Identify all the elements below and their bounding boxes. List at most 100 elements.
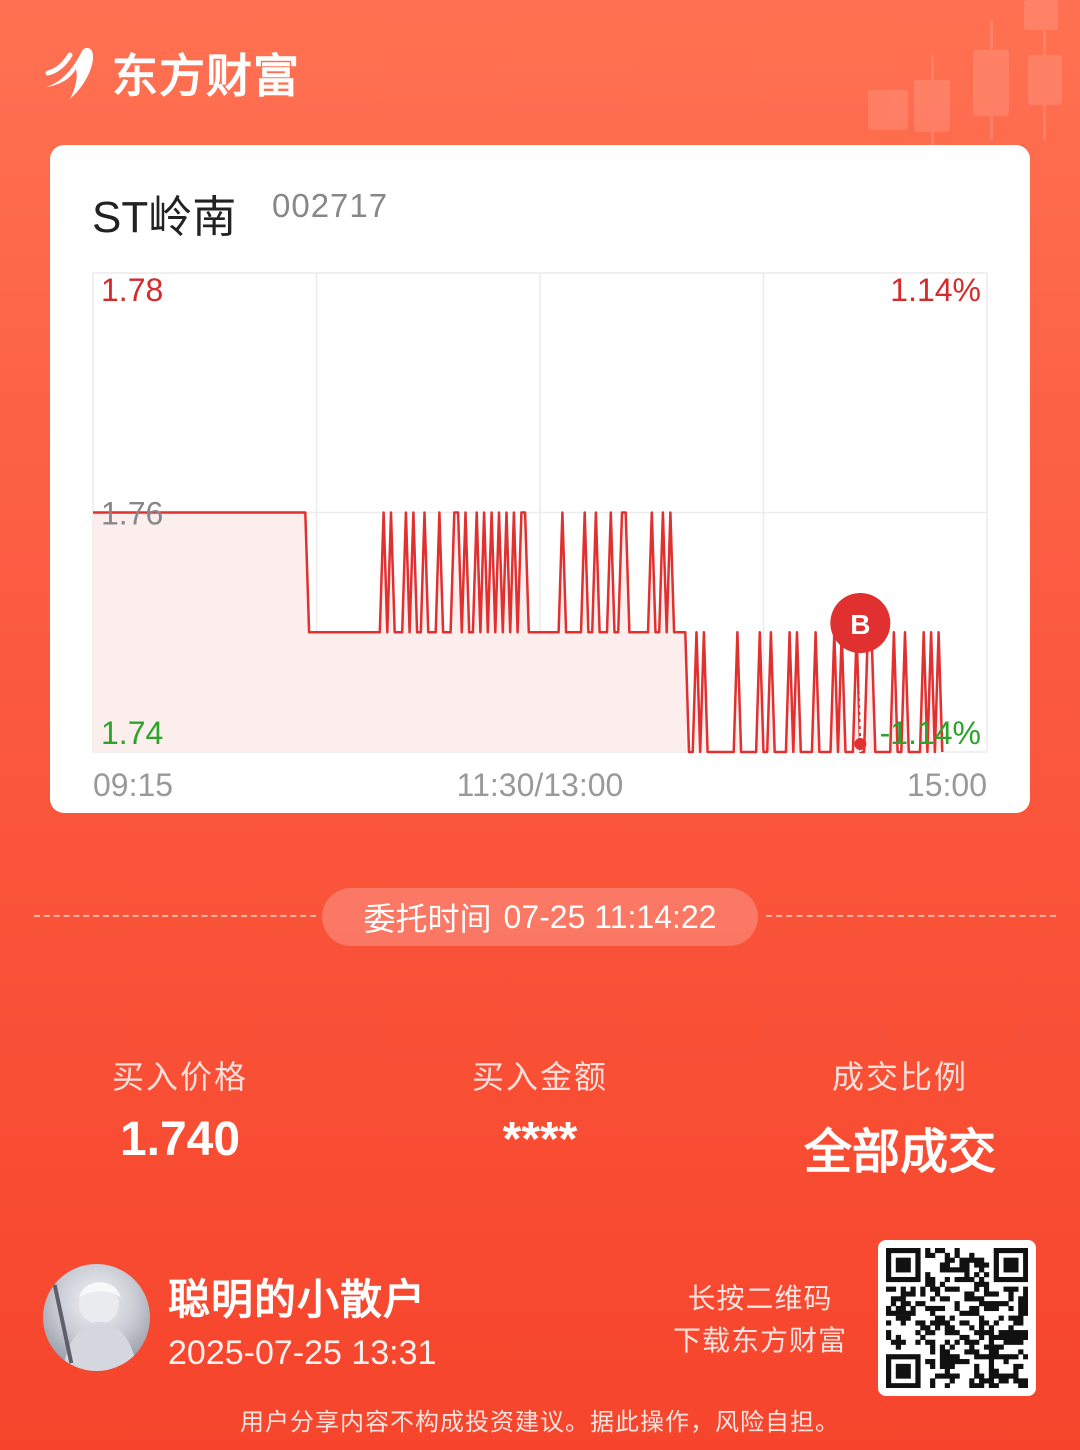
- qr-module: [988, 1363, 995, 1369]
- qr-module: [1003, 1359, 1009, 1365]
- x-tick-open: 09:15: [93, 767, 173, 803]
- qr-module: [886, 1305, 892, 1312]
- qr-hint: 长按二维码 下载东方财富: [640, 1278, 880, 1362]
- qr-module: [1013, 1363, 1019, 1369]
- qr-module: [1013, 1248, 1019, 1254]
- qr-module: [1008, 1248, 1014, 1254]
- qr-module: [993, 1344, 999, 1350]
- qr-module: [905, 1301, 911, 1307]
- qr-module: [1023, 1296, 1028, 1302]
- divider-left: [34, 915, 316, 917]
- qr-module: [915, 1363, 921, 1369]
- qr-module: [954, 1359, 960, 1365]
- qr-module: [910, 1276, 916, 1283]
- qr-module: [954, 1330, 960, 1336]
- qr-module: [959, 1276, 965, 1283]
- qr-module: [988, 1378, 995, 1384]
- qr-module: [1008, 1296, 1014, 1302]
- qr-module: [979, 1383, 985, 1388]
- qr-module: [959, 1320, 965, 1326]
- order-time-pill: 委托时间 07-25 11:14:22: [322, 888, 758, 946]
- qr-module: [974, 1383, 980, 1388]
- qr-module: [915, 1339, 921, 1345]
- stat-buy-amount: 买入金额 ****: [400, 1052, 680, 1167]
- qr-module: [886, 1363, 892, 1369]
- qr-module: [900, 1301, 906, 1307]
- qr-module: [915, 1267, 921, 1273]
- user-avatar[interactable]: [43, 1264, 150, 1371]
- stat-value: ****: [502, 1113, 578, 1166]
- qr-module: [895, 1248, 901, 1254]
- qr-module: [964, 1262, 970, 1268]
- y-label-pct-low: -1.14%: [880, 715, 981, 751]
- qr-module: [979, 1334, 985, 1341]
- qr-module: [949, 1330, 955, 1336]
- qr-module: [983, 1305, 990, 1312]
- qr-module: [974, 1272, 980, 1278]
- qr-module: [974, 1339, 980, 1345]
- qr-module: [1008, 1257, 1014, 1263]
- qr-module: [969, 1296, 975, 1302]
- qr-module: [993, 1262, 999, 1268]
- qr-module: [959, 1257, 965, 1263]
- qr-module: [920, 1286, 926, 1292]
- qr-module: [915, 1378, 921, 1384]
- qr-module: [1008, 1276, 1014, 1283]
- qr-module: [890, 1248, 897, 1254]
- qr-module: [988, 1334, 995, 1341]
- qr-hint-line2: 下载东方财富: [672, 1325, 847, 1356]
- qr-module: [886, 1368, 892, 1374]
- qr-module: [890, 1354, 897, 1360]
- qr-module: [979, 1262, 985, 1268]
- qr-hint-line1: 长按二维码: [687, 1283, 833, 1314]
- qr-module: [895, 1296, 901, 1302]
- qr-module: [993, 1305, 999, 1312]
- qr-module: [886, 1378, 892, 1384]
- qr-module: [988, 1325, 995, 1331]
- qr-module: [939, 1354, 946, 1360]
- x-tick-close: 15:00: [907, 767, 987, 803]
- qr-module: [998, 1378, 1004, 1384]
- qr-code[interactable]: [878, 1240, 1036, 1396]
- qr-module: [920, 1320, 926, 1326]
- qr-module: [993, 1354, 999, 1360]
- qr-module: [886, 1359, 892, 1365]
- qr-module: [983, 1291, 990, 1297]
- qr-module: [939, 1373, 946, 1379]
- y-label-mid: 1.76: [101, 496, 163, 532]
- stat-value: 全部成交: [803, 1126, 996, 1179]
- qr-module: [1023, 1248, 1028, 1254]
- qr-module: [1013, 1368, 1019, 1374]
- qr-module: [993, 1301, 999, 1307]
- qr-module: [1013, 1354, 1019, 1360]
- qr-module: [998, 1330, 1004, 1336]
- qr-module: [944, 1252, 950, 1258]
- qr-module: [925, 1325, 931, 1331]
- qr-module: [1008, 1330, 1014, 1336]
- qr-module: [900, 1248, 906, 1254]
- qr-module: [998, 1276, 1004, 1283]
- qr-module: [915, 1330, 921, 1336]
- qr-module: [886, 1257, 892, 1263]
- divider-right: [766, 915, 1056, 917]
- qr-module: [1003, 1286, 1009, 1292]
- qr-module: [969, 1276, 975, 1283]
- qr-module: [905, 1267, 911, 1273]
- qr-module: [1008, 1291, 1014, 1297]
- qr-module: [900, 1262, 906, 1268]
- qr-module: [920, 1334, 926, 1341]
- qr-module: [886, 1383, 892, 1388]
- qr-module: [983, 1262, 990, 1268]
- qr-module: [920, 1301, 926, 1307]
- qr-module: [915, 1248, 921, 1254]
- qr-module: [890, 1383, 897, 1388]
- qr-module: [954, 1305, 960, 1312]
- qr-module: [979, 1301, 985, 1307]
- qr-module: [969, 1291, 975, 1297]
- qr-module: [944, 1354, 950, 1360]
- qr-module: [969, 1257, 975, 1263]
- qr-module: [959, 1359, 965, 1365]
- qr-module: [969, 1378, 975, 1384]
- qr-module: [949, 1267, 955, 1273]
- qr-module: [988, 1383, 995, 1388]
